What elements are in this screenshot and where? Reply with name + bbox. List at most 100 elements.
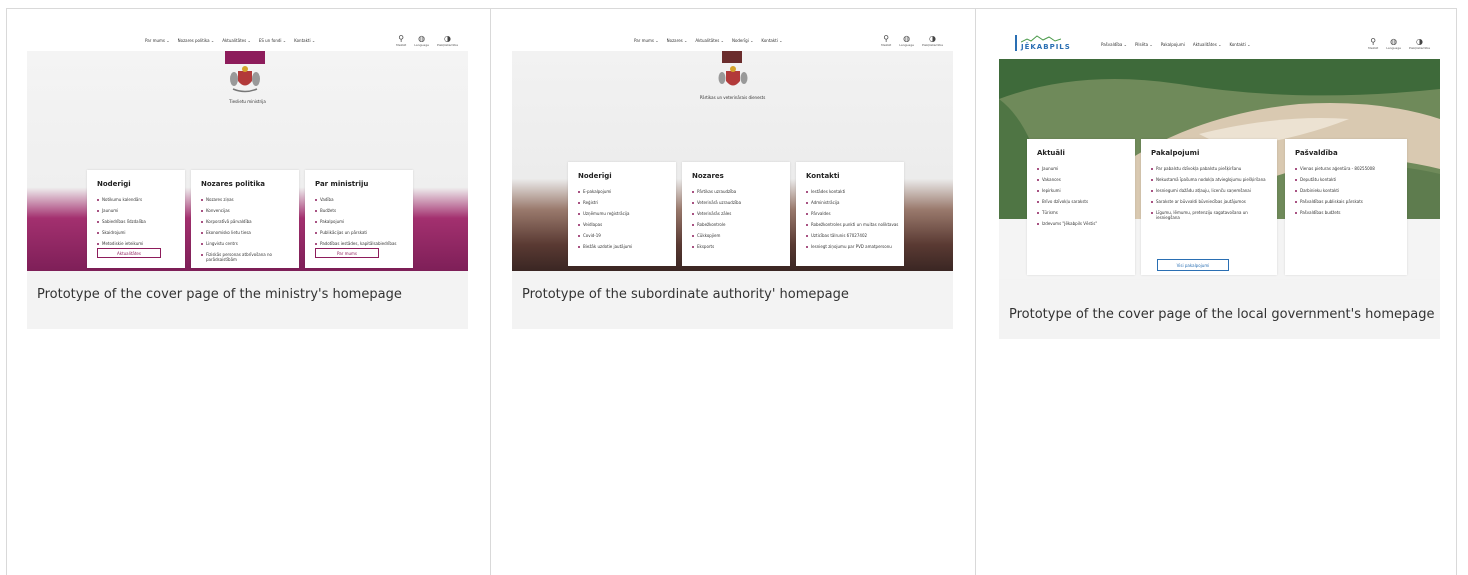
caption: Prototype of the subordinate authority' … xyxy=(522,287,849,302)
list-item[interactable]: Sarakste ar būvvaldi būvniecības jautāju… xyxy=(1151,199,1268,204)
list-item[interactable]: E-pakalpojumi xyxy=(578,189,632,194)
coat-of-arms-icon xyxy=(230,66,260,93)
grid-column-local-government: JĒKABPILS Pašvaldība ⌄ Pilsēta ⌄ Pakalpo… xyxy=(976,9,1457,575)
list-item[interactable]: Iesniegt ziņojumu par PVD amatpersonu xyxy=(806,244,896,249)
panel-list: Iestādes kontakti Administrācija Pārvald… xyxy=(806,189,901,255)
list-item[interactable]: Nozares ziņas xyxy=(201,197,291,202)
list-item[interactable]: Jaunumi xyxy=(97,208,146,213)
list-item[interactable]: Iepirkumi xyxy=(1037,188,1097,193)
list-item[interactable]: Robežkontroles punkti un muitas noliktav… xyxy=(806,222,901,227)
list-item[interactable]: Fiziskās personas atbrīvošana no parādsa… xyxy=(201,252,291,262)
list-item[interactable]: Vienas pieturas aģentūra - 80255008 xyxy=(1295,166,1375,171)
accessibility-tool[interactable]: ◑ Piekļūstamība xyxy=(1409,37,1430,50)
panel-title: Nozares xyxy=(692,172,724,180)
nav-item[interactable]: Kontakti ⌄ xyxy=(761,38,782,43)
nav-item[interactable]: Aktualitātes ⌄ xyxy=(1193,42,1222,47)
panel-list: Vienas pieturas aģentūra - 80255008 Depu… xyxy=(1295,166,1375,221)
nav-item[interactable]: Pilsēta ⌄ xyxy=(1135,42,1153,47)
accessibility-tool[interactable]: ◑ Piekļūstamība xyxy=(437,34,458,47)
list-item[interactable]: Konvencijas xyxy=(201,208,291,213)
about-button[interactable]: Par mums xyxy=(315,248,379,258)
language-tool[interactable]: ◍ Language xyxy=(899,34,914,47)
list-item[interactable]: Lingvistu centrs xyxy=(201,241,291,246)
nav-item[interactable]: Nozares politika ⌄ xyxy=(178,38,215,43)
tool-label: Language xyxy=(899,43,915,47)
site-nav: JĒKABPILS Pašvaldība ⌄ Pilsēta ⌄ Pakalpo… xyxy=(999,29,1440,59)
nav-item[interactable]: Par mums ⌄ xyxy=(145,38,170,43)
list-item[interactable]: Eksports xyxy=(692,244,741,249)
list-item[interactable]: Pārvaldes xyxy=(806,211,901,216)
list-item[interactable]: Līgumu, lēmumu, pretenziju sagatavošana … xyxy=(1151,210,1268,220)
nav-item[interactable]: Pašvaldība ⌄ xyxy=(1101,42,1127,47)
list-item[interactable]: Vadība xyxy=(315,197,410,202)
list-item[interactable]: Ekonomisko lietu tiesa xyxy=(201,230,291,235)
tool-label: Piekļūstamība xyxy=(922,43,943,47)
list-item[interactable]: Pārtikas uzraudzība xyxy=(692,189,741,194)
tool-label: Piekļūstamība xyxy=(1409,46,1430,50)
news-button[interactable]: Aktualitātes xyxy=(97,248,161,258)
list-item[interactable]: Reģistri xyxy=(578,200,632,205)
list-item[interactable]: Jaunumi xyxy=(1037,166,1097,171)
list-item[interactable]: Pakalpojumi xyxy=(315,219,410,224)
list-item[interactable]: Nekustamā īpašuma nodokļa atvieglojumu p… xyxy=(1151,177,1268,182)
panel-nozares-politika: Nozares politika Nozares ziņas Konvencij… xyxy=(191,170,299,268)
list-item[interactable]: Veidlapas xyxy=(578,222,632,227)
panel-noderigi: Noderīgi Notikumu kalendārs Jaunumi Sabi… xyxy=(87,170,185,268)
nav-item[interactable]: Kontakti ⌄ xyxy=(294,38,315,43)
list-item[interactable]: Padotības iestādes, kapitālsabiedrības xyxy=(315,241,410,246)
nav-item[interactable]: ES un fondi ⌄ xyxy=(259,38,286,43)
list-item[interactable]: Pašvaldības publiskais pārskats xyxy=(1295,199,1375,204)
site-logo[interactable]: JĒKABPILS xyxy=(1015,35,1071,51)
list-item[interactable]: Metodiskie ieteikumi xyxy=(97,241,146,246)
list-item[interactable]: Skaidrojumi xyxy=(97,230,146,235)
flag-ribbon xyxy=(722,51,742,63)
list-item[interactable]: Darbinieku kontakti xyxy=(1295,188,1375,193)
list-item[interactable]: Deputātu kontakti xyxy=(1295,177,1375,182)
panel-list: Notikumu kalendārs Jaunumi Sabiedrības l… xyxy=(97,197,146,252)
card-local-government[interactable]: JĒKABPILS Pašvaldība ⌄ Pilsēta ⌄ Pakalpo… xyxy=(999,29,1440,339)
search-tool[interactable]: ⚲ Meklēt xyxy=(1368,37,1378,50)
nav-item[interactable]: Noderīgi ⌄ xyxy=(732,38,753,43)
language-tool[interactable]: ◍ Language xyxy=(414,34,429,47)
list-item[interactable]: Covid-19 xyxy=(578,233,632,238)
list-item[interactable]: Notikumu kalendārs xyxy=(97,197,146,202)
list-item[interactable]: Iesniegumi dažādu atļauju, licenču saņem… xyxy=(1151,188,1268,193)
panel-list: Vadība Budžets Pakalpojumi Publikācijas … xyxy=(315,197,410,252)
nav-item[interactable]: Nozares ⌄ xyxy=(667,38,688,43)
card-authority[interactable]: Par mums ⌄ Nozares ⌄ Aktualitātes ⌄ Node… xyxy=(512,29,953,329)
list-item[interactable]: Uzņēmumu reģistrācija xyxy=(578,211,632,216)
list-item[interactable]: Veterinārā uzraudzība xyxy=(692,200,741,205)
accessibility-tool[interactable]: ◑ Piekļūstamība xyxy=(922,34,943,47)
all-services-button[interactable]: Visi pakalpojumi xyxy=(1157,259,1229,271)
list-item[interactable]: Iestādes kontakti xyxy=(806,189,901,194)
list-item[interactable]: Biežāk uzdotie jautājumi xyxy=(578,244,632,249)
list-item[interactable]: Pašvaldības budžets xyxy=(1295,210,1375,215)
list-item[interactable]: Brīvo dzīvokļu saraksts xyxy=(1037,199,1097,204)
screenshot-ministry: Par mums ⌄ Nozares politika ⌄ Aktualitāt… xyxy=(27,29,468,271)
panel-par-ministriju: Par ministriju Vadība Budžets Pakalpojum… xyxy=(305,170,413,268)
list-item[interactable]: Robežkontrole xyxy=(692,222,741,227)
list-item[interactable]: Veterinārās zāles xyxy=(692,211,741,216)
list-item[interactable]: Vakances xyxy=(1037,177,1097,182)
nav-item[interactable]: Kontakti ⌄ xyxy=(1229,42,1250,47)
list-item[interactable]: Sabiedrības līdzdalība xyxy=(97,219,146,224)
nav-item[interactable]: Aktualitātes ⌄ xyxy=(695,38,724,43)
search-icon: ⚲ xyxy=(398,34,405,43)
list-item[interactable]: Budžets xyxy=(315,208,410,213)
nav-item[interactable]: Aktualitātes ⌄ xyxy=(222,38,251,43)
search-tool[interactable]: ⚲ Meklēt xyxy=(396,34,406,47)
list-item[interactable]: Par pabalstu dzīvokļa pabalstu piešķirša… xyxy=(1151,166,1268,171)
list-item[interactable]: Publikācijas un pārskati xyxy=(315,230,410,235)
nav-item[interactable]: Par mums ⌄ xyxy=(634,38,659,43)
list-item[interactable]: Administrācija xyxy=(806,200,901,205)
panel-title: Noderīgi xyxy=(97,180,131,188)
language-tool[interactable]: ◍ Language xyxy=(1386,37,1401,50)
list-item[interactable]: Korporatīvā pārvaldība xyxy=(201,219,291,224)
nav-item[interactable]: Pakalpojumi xyxy=(1161,42,1185,47)
list-item[interactable]: Cūkkopjiem xyxy=(692,233,741,238)
card-ministry[interactable]: Par mums ⌄ Nozares politika ⌄ Aktualitāt… xyxy=(27,29,468,329)
list-item[interactable]: Tūrisms xyxy=(1037,210,1097,215)
list-item[interactable]: Uzticības tālrunis 67027402 xyxy=(806,233,901,238)
list-item[interactable]: Izdevums "Jēkabpils Vēstis" xyxy=(1037,221,1097,226)
search-tool[interactable]: ⚲ Meklēt xyxy=(881,34,891,47)
